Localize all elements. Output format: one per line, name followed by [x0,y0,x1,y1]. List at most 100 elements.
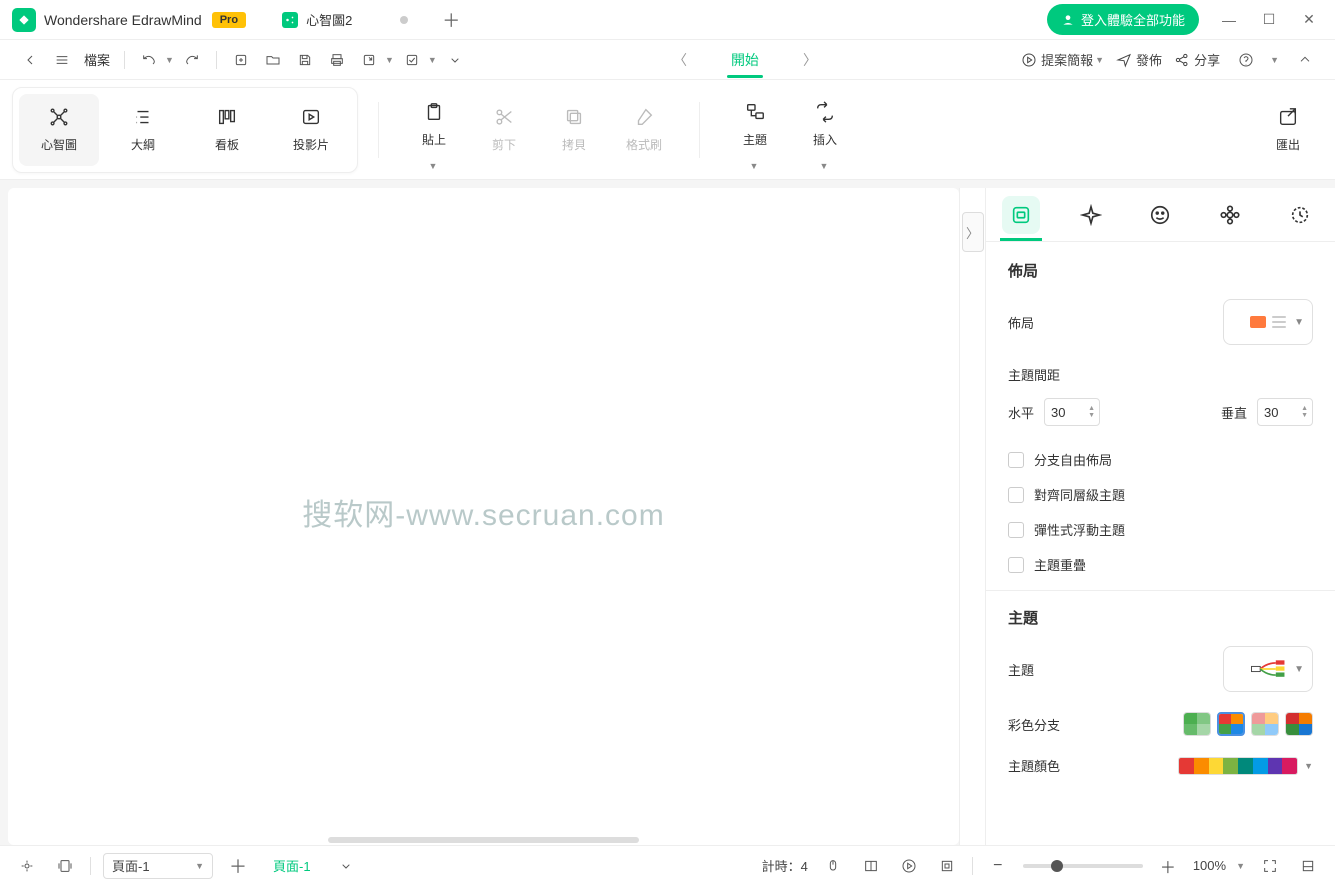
present-button[interactable]: 提案簡報 ▼ [1021,50,1104,69]
checkbox-icon[interactable] [1008,487,1024,503]
locate-button[interactable] [14,853,40,879]
theme-color-selector[interactable]: ▼ [1178,757,1313,775]
vertical-spacing-input[interactable]: 30 ▲▼ [1257,398,1313,426]
login-button[interactable]: 登入體驗全部功能 [1047,4,1199,35]
outline-view-button[interactable]: 大綱 [103,94,183,166]
help-button[interactable] [1232,46,1260,74]
panel-tab-layout[interactable] [986,188,1056,241]
undo-button[interactable] [135,46,163,74]
more-quick-button[interactable] [441,46,469,74]
redo-button[interactable] [178,46,206,74]
collapse-status-button[interactable] [1295,853,1321,879]
back-button[interactable] [16,46,44,74]
add-tab-button[interactable]: ＋ [436,5,466,35]
focus-mode-button[interactable] [934,853,960,879]
close-button[interactable]: ✕ [1291,5,1327,35]
document-tab[interactable]: 心智圖2 [266,0,424,39]
swatch-vivid[interactable] [1285,712,1313,736]
add-page-button[interactable]: ＋ [225,853,251,879]
layout-selector[interactable]: ▼ [1223,299,1313,345]
app-logo-icon [12,8,36,32]
undo-dropdown[interactable]: ▼ [165,55,174,65]
panel-body: 佈局 佈局 ▼ 主題間距 水平 30 ▲▼ 垂直 30 [986,242,1335,845]
topic-dropdown[interactable]: ▼ [750,161,759,171]
insert-dropdown[interactable]: ▼ [820,161,829,171]
ribbon-toolbar: 心智圖 大綱 看板 投影片 貼上 ▼ 剪下 拷貝 格式刷 [0,80,1335,180]
swatch-pastel[interactable] [1251,712,1279,736]
page-selector[interactable]: 頁面-1 ▼ [103,853,213,879]
task-dropdown[interactable]: ▼ [428,55,437,65]
checkbox-icon[interactable] [1008,522,1024,538]
zoom-out-button[interactable]: − [985,853,1011,879]
swatch-rainbow[interactable] [1217,712,1245,736]
present-mode-button[interactable] [896,853,922,879]
scrollbar-thumb[interactable] [328,837,639,843]
panel-tab-emoji[interactable] [1126,188,1196,241]
mouse-mode-button[interactable] [820,853,846,879]
export-dropdown[interactable]: ▼ [385,55,394,65]
new-button[interactable] [227,46,255,74]
task-button[interactable] [398,46,426,74]
panel-tab-history[interactable] [1265,188,1335,241]
zoom-level: 100% [1193,858,1226,873]
start-tab[interactable]: 開始 [727,42,763,78]
page-menu-button[interactable] [333,853,359,879]
next-tab-button[interactable]: 〉 [803,50,817,70]
collapse-panel-button[interactable]: 〉 [962,212,984,252]
fit-button[interactable] [52,853,78,879]
fullscreen-button[interactable] [1257,853,1283,879]
insert-button[interactable]: 插入 [790,89,860,161]
horizontal-spacing-input[interactable]: 30 ▲▼ [1044,398,1100,426]
checkbox-icon[interactable] [1008,557,1024,573]
save-button[interactable] [291,46,319,74]
copy-button[interactable]: 拷貝 [539,94,609,166]
chevron-down-icon: ▼ [1304,761,1313,771]
zoom-slider-thumb[interactable] [1051,860,1063,872]
paste-dropdown[interactable]: ▼ [429,161,438,171]
format-painter-button[interactable]: 格式刷 [609,94,679,166]
publish-button[interactable]: 發佈 [1116,50,1162,69]
page-tab-active[interactable]: 頁面-1 [263,856,321,875]
slide-view-button[interactable]: 投影片 [271,94,351,166]
view-mode-group: 心智圖 大綱 看板 投影片 [12,87,358,173]
free-layout-checkbox-row[interactable]: 分支自由佈局 [1008,450,1313,469]
zoom-dropdown[interactable]: ▼ [1236,861,1245,871]
overlap-checkbox-row[interactable]: 主題重疊 [1008,555,1313,574]
floating-topic-checkbox-row[interactable]: 彈性式浮動主題 [1008,520,1313,539]
spinner-icon[interactable]: ▲▼ [1088,405,1095,419]
spinner-icon[interactable]: ▲▼ [1301,405,1308,419]
history-icon [1289,204,1311,226]
minimize-button[interactable]: — [1211,5,1247,35]
smile-icon [1149,204,1171,226]
layout-preview-icon [1250,316,1266,328]
print-button[interactable] [323,46,351,74]
zoom-in-button[interactable]: ＋ [1155,853,1181,879]
share-button[interactable]: 分享 [1174,50,1220,69]
zoom-slider[interactable] [1023,864,1143,868]
mindmap-view-button[interactable]: 心智圖 [19,94,99,166]
open-button[interactable] [259,46,287,74]
panel-tab-style[interactable] [1056,188,1126,241]
export-quick-button[interactable] [355,46,383,74]
kanban-view-button[interactable]: 看板 [187,94,267,166]
paste-button[interactable]: 貼上 [399,89,469,161]
book-mode-button[interactable] [858,853,884,879]
menu-button[interactable] [48,46,76,74]
maximize-button[interactable]: ☐ [1251,5,1287,35]
checkbox-icon[interactable] [1008,452,1024,468]
horizontal-scrollbar[interactable] [8,835,959,845]
panel-tabs [986,188,1335,242]
align-siblings-checkbox-row[interactable]: 對齊同層級主題 [1008,485,1313,504]
canvas[interactable]: 搜软网-www.secruan.com [8,188,959,835]
app-title: Wondershare EdrawMind [44,12,202,28]
topic-button[interactable]: 主題 [720,89,790,161]
panel-tab-icons[interactable] [1195,188,1265,241]
cut-button[interactable]: 剪下 [469,94,539,166]
file-menu[interactable]: 檔案 [80,50,114,69]
horizontal-label: 水平 [1008,403,1034,422]
swatch-green[interactable] [1183,712,1211,736]
theme-selector[interactable]: ▼ [1223,646,1313,692]
export-button[interactable]: 匯出 [1253,94,1323,166]
prev-tab-button[interactable]: 〈 [673,50,687,70]
collapse-ribbon-button[interactable] [1291,46,1319,74]
